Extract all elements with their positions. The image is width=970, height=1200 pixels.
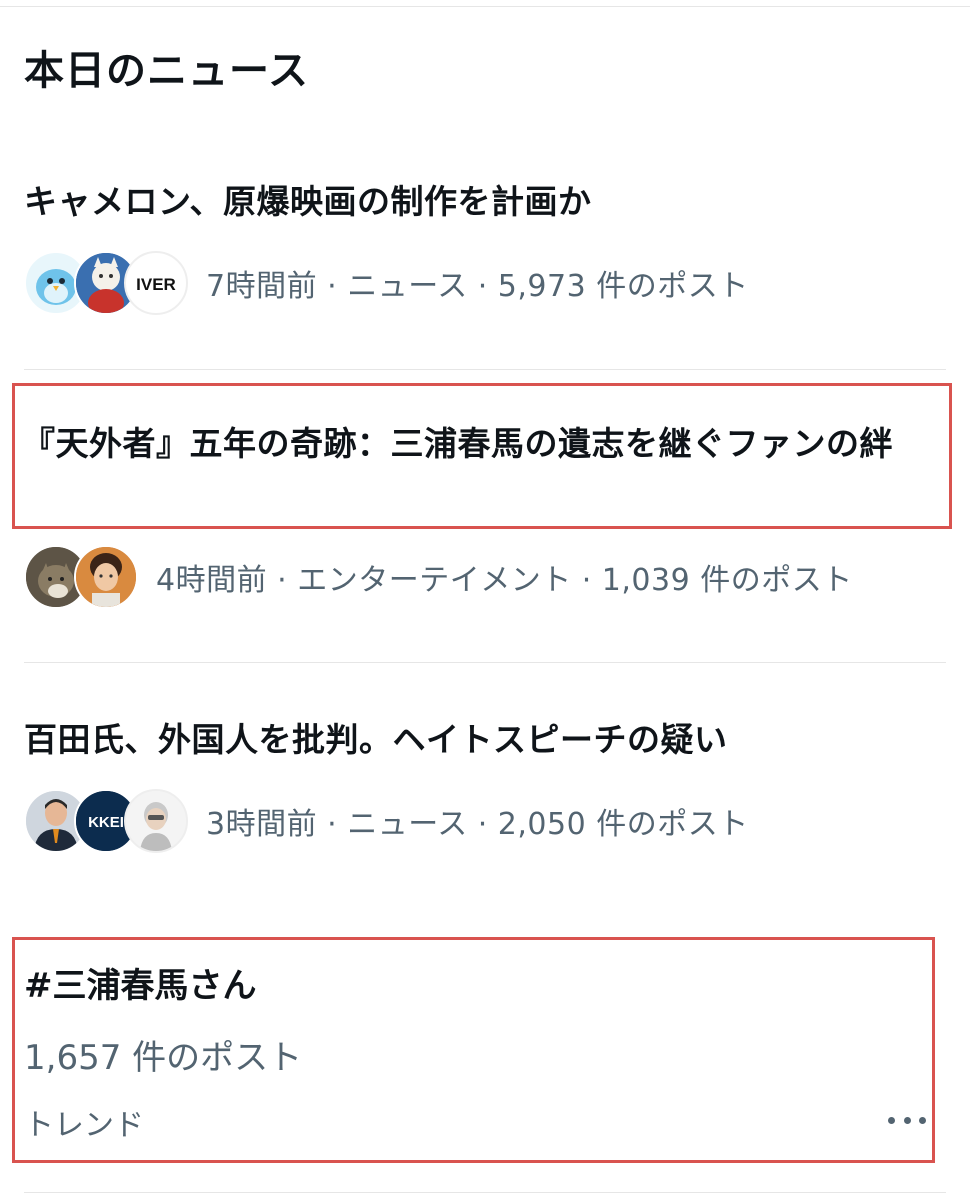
more-dots-icon[interactable] (888, 1108, 926, 1132)
divider (24, 369, 946, 370)
nikkei-logo-text: KKEI (88, 814, 124, 831)
news-item[interactable]: 『天外者』五年の奇跡：三浦春馬の遺志を継ぐファンの絆 4時間前 · エンターテイ… (0, 416, 970, 616)
news-item[interactable]: 百田氏、外国人を批判。ヘイトスピーチの疑い KKEI 3時間前 · ニュース ·… (0, 712, 970, 872)
iver-logo-text: IVER (136, 275, 176, 294)
person-avatar (74, 545, 138, 609)
trend-label: トレンド (24, 1108, 144, 1143)
news-headline[interactable]: 百田氏、外国人を批判。ヘイトスピーチの疑い (24, 712, 728, 768)
news-item[interactable]: キャメロン、原爆映画の制作を計画か IVER 7時間前 · ニュース · 5,9… (0, 170, 970, 350)
news-meta: IVER 7時間前 · ニュース · 5,973 件のポスト (24, 250, 749, 316)
top-divider (0, 6, 970, 7)
dot (903, 1116, 911, 1124)
avatar-group (24, 545, 138, 609)
trend-post-count: 1,657 件のポスト (24, 1038, 303, 1078)
avatar-group: IVER (24, 251, 188, 315)
dot (919, 1116, 926, 1124)
divider (24, 1192, 946, 1193)
news-headline[interactable]: 『天外者』五年の奇跡：三浦春馬の遺志を継ぐファンの絆 (22, 416, 942, 472)
avatar-group: KKEI (24, 789, 188, 853)
divider (24, 662, 946, 663)
iver-logo-avatar: IVER (124, 251, 188, 315)
news-meta: KKEI 3時間前 · ニュース · 2,050 件のポスト (24, 788, 749, 854)
trend-hashtag[interactable]: #三浦春馬さん (24, 958, 257, 1007)
news-meta-text: 7時間前 · ニュース · 5,973 件のポスト (206, 269, 749, 304)
news-meta-text: 3時間前 · ニュース · 2,050 件のポスト (206, 807, 749, 842)
news-meta-text: 4時間前 · エンターテイメント · 1,039 件のポスト (156, 563, 853, 598)
news-headline[interactable]: キャメロン、原爆映画の制作を計画か (24, 174, 592, 230)
dot (888, 1116, 895, 1124)
section-title: 本日のニュース (24, 48, 309, 94)
cartoon-avatar (124, 789, 188, 853)
news-meta: 4時間前 · エンターテイメント · 1,039 件のポスト (24, 544, 853, 610)
